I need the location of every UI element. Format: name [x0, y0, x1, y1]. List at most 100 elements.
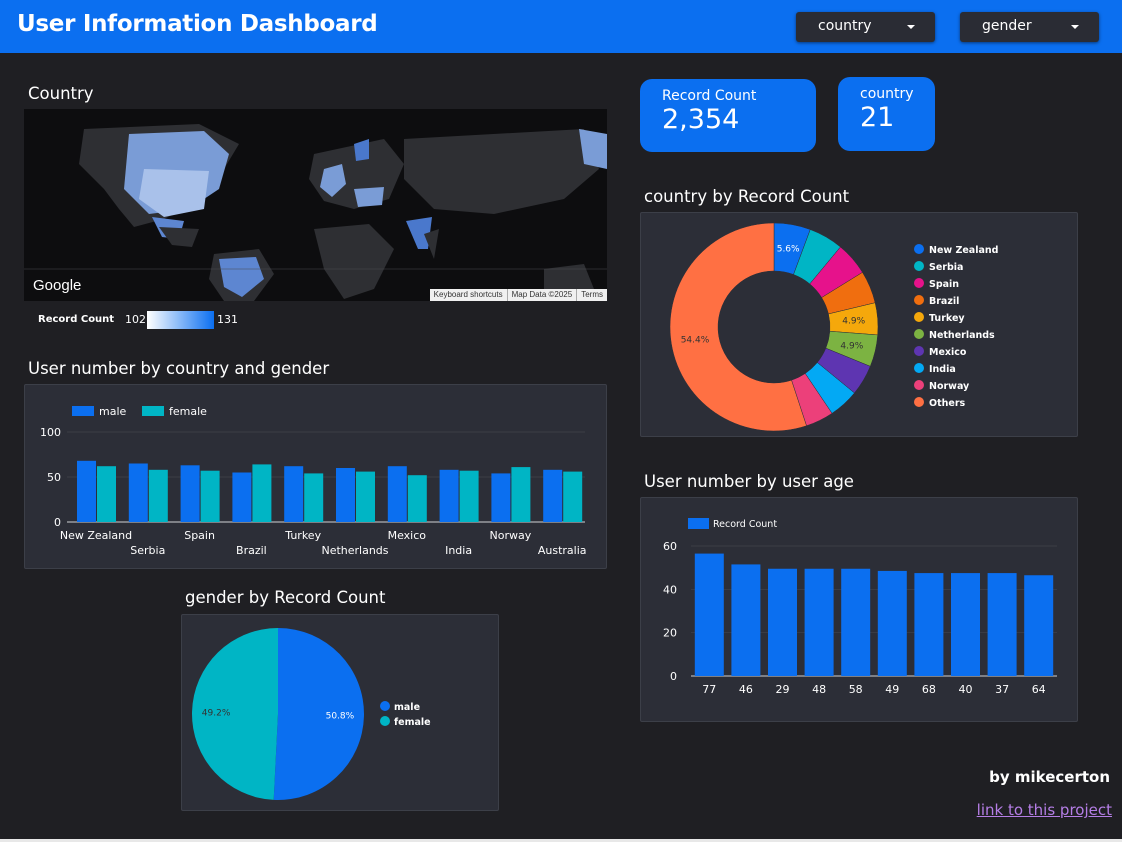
- donut-data-label: 54.4%: [681, 336, 710, 346]
- age-bar: [987, 573, 1017, 676]
- x-tick-label: 49: [885, 683, 899, 696]
- legend-swatch: [380, 701, 390, 711]
- gender-filter-dropdown[interactable]: gender: [960, 12, 1099, 42]
- bar-female: [356, 471, 375, 522]
- x-tick-label: Norway: [490, 529, 532, 542]
- legend-swatch: [914, 363, 924, 373]
- bar-female: [252, 464, 272, 522]
- map-legend-gradient: [147, 311, 214, 329]
- age-bar: [804, 568, 834, 676]
- x-tick-label: Serbia: [130, 544, 165, 557]
- bar-male: [336, 468, 355, 522]
- pie-data-label: 49.2%: [202, 708, 231, 718]
- x-tick-label: Spain: [184, 529, 215, 542]
- legend-label: Record Count: [713, 519, 777, 530]
- bar-male: [180, 465, 200, 522]
- legend-swatch: [914, 295, 924, 305]
- age-bar-chart: 0 20 40 60 77 46 29 48 58 49 68 40 37 64 Record Count: [663, 518, 1057, 696]
- x-tick-label: 29: [776, 683, 790, 696]
- country-donut-panel: 5.6% 4.9% 4.9% 54.4% New Zealand Serbia Spain B…: [640, 212, 1078, 437]
- author-credit: by mikecerton: [989, 768, 1110, 786]
- country-gender-bar-chart: 0 50 100 New Zealand Serbia Spain Brazil Turkey…: [40, 405, 587, 557]
- age-bar: [951, 573, 980, 676]
- age-bar: [1024, 575, 1054, 676]
- x-tick-label: 37: [995, 683, 1009, 696]
- chevron-down-icon: [907, 25, 915, 29]
- bar-female: [511, 467, 531, 522]
- terms-link[interactable]: Terms: [577, 289, 607, 301]
- map-legend-label: Record Count: [38, 314, 115, 325]
- y-tick-label: 20: [663, 627, 677, 640]
- legend-swatch: [380, 716, 390, 726]
- legend-label: Norway: [929, 381, 970, 392]
- legend-label: Netherlands: [929, 330, 995, 341]
- map-legend-max: 131: [217, 313, 238, 326]
- legend-swatch: [914, 329, 924, 339]
- age-bar: [694, 553, 724, 676]
- x-tick-label: 46: [739, 683, 753, 696]
- gender-filter-label: gender: [982, 18, 1032, 34]
- bar-male: [491, 473, 511, 522]
- legend-label: Turkey: [929, 313, 965, 324]
- map-title: Country: [28, 84, 94, 103]
- dashboard-title: User Information Dashboard: [17, 11, 378, 37]
- record-count-label: Record Count: [662, 88, 757, 104]
- pie-data-label: 50.8%: [326, 712, 355, 722]
- bar-female: [200, 470, 220, 522]
- legend-swatch: [914, 278, 924, 288]
- x-tick-label: 40: [959, 683, 973, 696]
- country-gender-bar-panel: 0 50 100 New Zealand Serbia Spain Brazil Turkey…: [24, 384, 607, 569]
- legend-swatch: [914, 244, 924, 254]
- x-tick-label: Turkey: [284, 529, 321, 542]
- bar-chart-title: User number by country and gender: [28, 359, 330, 378]
- x-tick-label: India: [445, 544, 472, 557]
- donut-data-label: 4.9%: [842, 317, 865, 327]
- bar-female: [563, 471, 583, 522]
- x-tick-label: Australia: [538, 544, 587, 557]
- country-map[interactable]: Google Keyboard shortcuts Map Data ©2025…: [24, 109, 607, 301]
- legend-swatch: [914, 261, 924, 271]
- x-tick-label: New Zealand: [60, 529, 132, 542]
- project-link[interactable]: link to this project: [977, 801, 1112, 819]
- country-count-value: 21: [860, 102, 895, 133]
- legend-swatch: [914, 397, 924, 407]
- bar-male: [543, 469, 563, 522]
- legend-label: Others: [929, 398, 966, 409]
- legend-label: female: [169, 405, 207, 418]
- country-filter-dropdown[interactable]: country: [796, 12, 935, 42]
- map-legend-min: 102: [125, 313, 146, 326]
- country-count-label: country: [860, 86, 914, 102]
- gender-pie-chart: 50.8% 49.2% male female: [191, 628, 431, 800]
- age-bar: [877, 570, 907, 676]
- record-count-value: 2,354: [662, 104, 740, 135]
- legend-label: India: [929, 364, 956, 375]
- gender-pie-panel: 50.8% 49.2% male female: [181, 614, 499, 811]
- record-count-scorecard: Record Count 2,354: [640, 79, 816, 152]
- x-tick-label: 77: [702, 683, 716, 696]
- keyboard-shortcuts-link[interactable]: Keyboard shortcuts: [430, 289, 508, 301]
- gender-pie-title: gender by Record Count: [185, 588, 386, 607]
- y-tick-label: 60: [663, 540, 677, 553]
- world-map-graphic: [24, 109, 607, 301]
- legend-label: male: [394, 702, 420, 713]
- legend-swatch: [688, 518, 709, 529]
- legend-swatch: [142, 406, 164, 416]
- y-tick-label: 40: [663, 583, 677, 596]
- google-logo: Google: [33, 277, 82, 294]
- legend-label: Spain: [929, 279, 959, 290]
- bar-female: [97, 466, 116, 522]
- country-count-scorecard: country 21: [838, 77, 935, 151]
- chevron-down-icon: [1071, 25, 1079, 29]
- legend-label: New Zealand: [929, 245, 998, 256]
- age-bar: [841, 568, 871, 676]
- x-tick-label: Brazil: [236, 544, 267, 557]
- legend-label: male: [99, 405, 127, 418]
- country-donut-chart: 5.6% 4.9% 4.9% 54.4% New Zealand Serbia Spain B…: [669, 222, 998, 432]
- legend-label: Mexico: [929, 347, 967, 358]
- age-bar: [731, 564, 761, 676]
- bar-male: [284, 466, 304, 522]
- bar-male: [128, 463, 148, 522]
- bar-female: [304, 473, 324, 522]
- bar-female: [407, 475, 427, 522]
- bar-male: [77, 460, 96, 522]
